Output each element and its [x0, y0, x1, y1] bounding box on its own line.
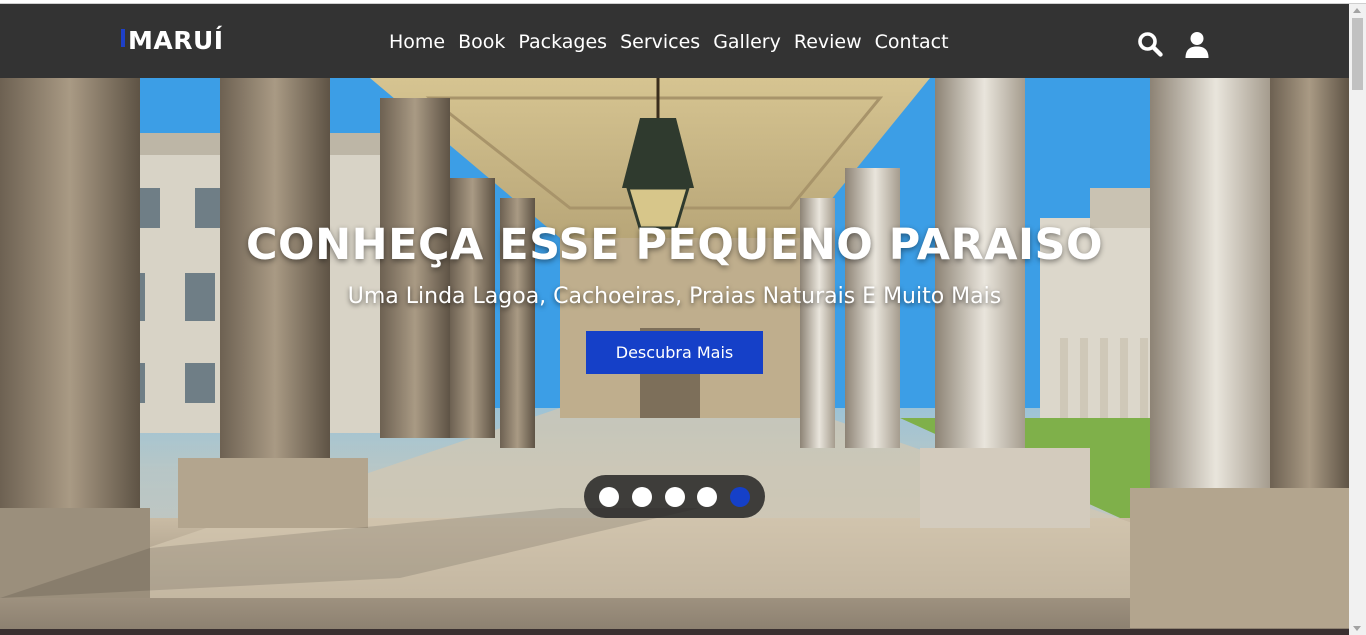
search-icon[interactable] — [1137, 31, 1163, 59]
next-section-edge — [0, 629, 1349, 635]
logo[interactable]: MARUÍ — [121, 26, 224, 56]
slider-dot-2[interactable] — [632, 487, 652, 507]
logo-accent-bar — [121, 29, 125, 47]
page: MARUÍ Home Book Packages Services Gallery Rev… — [0, 0, 1349, 635]
nav-book[interactable]: Book — [458, 28, 505, 56]
hero-title: CONHEÇA ESSE PEQUENO PARAISO — [246, 220, 1103, 270]
page-scrollbar[interactable] — [1349, 4, 1366, 635]
scroll-up-arrow-icon[interactable] — [1353, 8, 1361, 13]
discover-more-button[interactable]: Descubra Mais — [586, 331, 763, 374]
slider-dot-1[interactable] — [599, 487, 619, 507]
slider-dot-3[interactable] — [665, 487, 685, 507]
nav-gallery[interactable]: Gallery — [713, 28, 781, 56]
slider-pagination — [584, 475, 765, 518]
nav-packages[interactable]: Packages — [518, 28, 607, 56]
hero-slider: CONHEÇA ESSE PEQUENO PARAISO Uma Linda L… — [0, 78, 1349, 635]
nav-home[interactable]: Home — [389, 28, 445, 56]
nav-review[interactable]: Review — [794, 28, 862, 56]
main-nav: Home Book Packages Services Gallery Review Con… — [380, 28, 962, 56]
hero-subtitle: Uma Linda Lagoa, Cachoeiras, Praias Natu… — [347, 284, 1002, 309]
scroll-thumb[interactable] — [1352, 18, 1363, 90]
nav-contact[interactable]: Contact — [875, 28, 949, 56]
browser-top-edge — [0, 0, 1366, 4]
nav-services[interactable]: Services — [620, 28, 700, 56]
logo-text: MARUÍ — [128, 26, 224, 55]
slider-dot-5[interactable] — [730, 487, 750, 507]
slider-dot-4[interactable] — [697, 487, 717, 507]
site-header: MARUÍ Home Book Packages Services Gallery Rev… — [0, 4, 1349, 78]
scroll-down-arrow-icon[interactable] — [1353, 626, 1361, 631]
user-icon[interactable] — [1184, 31, 1210, 59]
